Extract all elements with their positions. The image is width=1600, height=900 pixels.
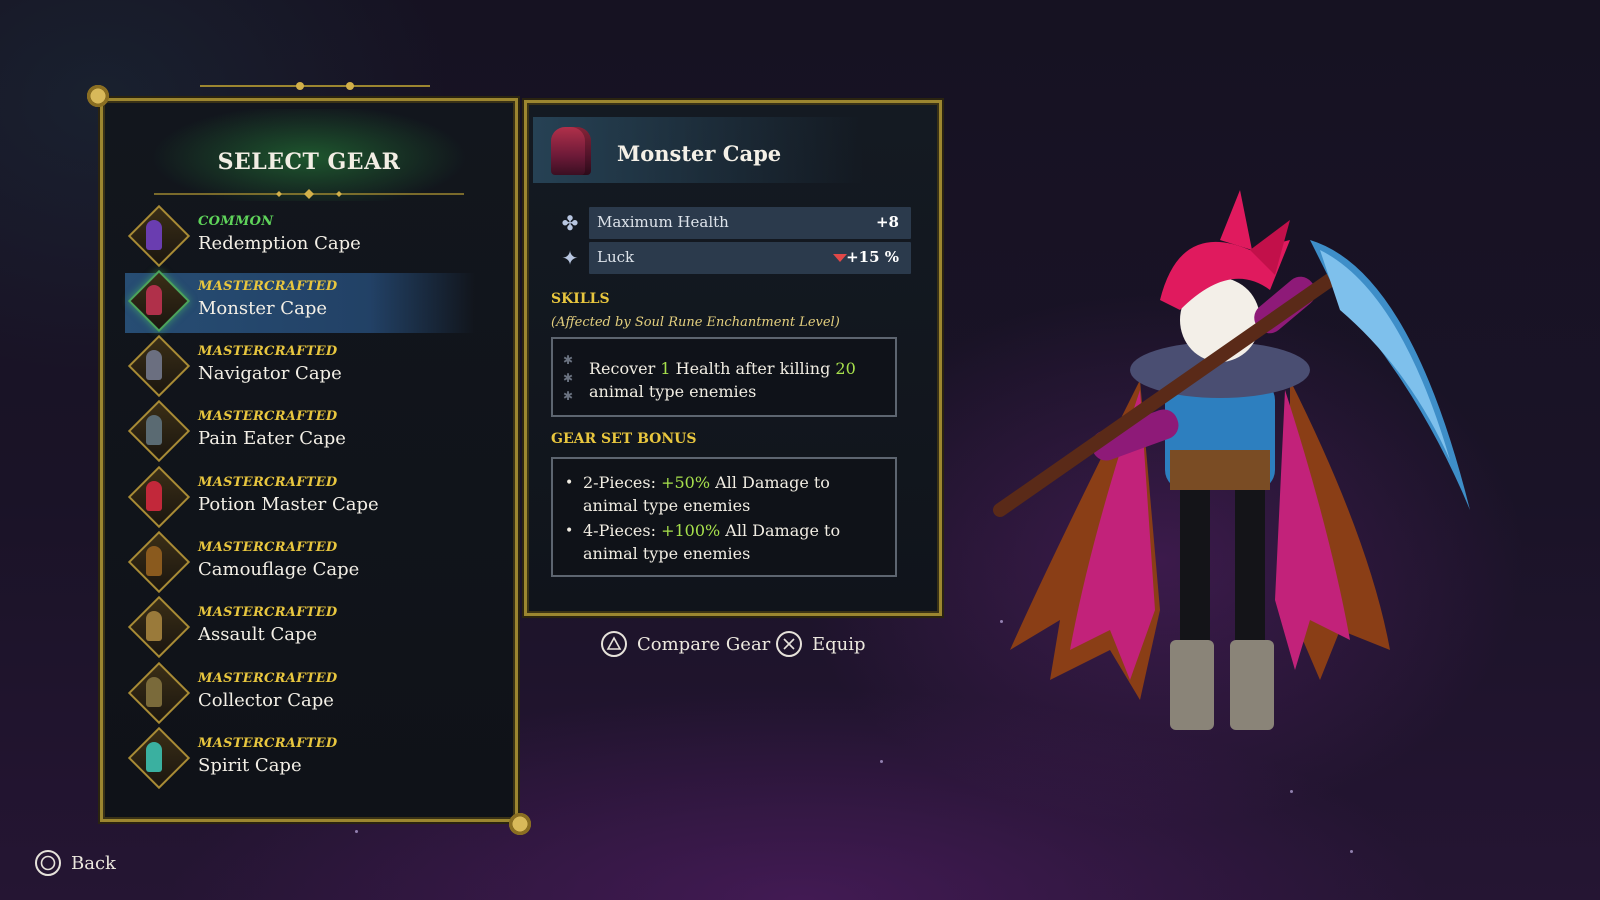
bonus-value: +50% bbox=[661, 473, 711, 492]
gear-item-pain-eater-cape[interactable]: MASTERCRAFTED Pain Eater Cape bbox=[127, 399, 463, 463]
gear-item-collector-cape[interactable]: MASTERCRAFTED Collector Cape bbox=[127, 661, 463, 725]
stat-value: +15 % bbox=[846, 248, 899, 266]
rune-dots-icon: ✱ ✱ ✱ bbox=[563, 353, 574, 403]
cape-icon bbox=[146, 611, 162, 641]
sparkle bbox=[880, 760, 883, 763]
gear-item-potion-master-cape[interactable]: MASTERCRAFTED Potion Master Cape bbox=[127, 465, 463, 529]
health-clover-icon: ✤ bbox=[561, 211, 579, 235]
sparkle bbox=[355, 830, 358, 833]
back-button[interactable]: Back bbox=[35, 850, 135, 880]
stat-label: Luck bbox=[597, 248, 635, 266]
character-illustration bbox=[993, 190, 1470, 730]
gear-item-redemption-cape[interactable]: COMMON Redemption Cape bbox=[127, 204, 463, 268]
compare-gear-label: Compare Gear bbox=[637, 634, 771, 655]
gear-name: Redemption Cape bbox=[198, 233, 361, 254]
bonus-prefix: 2-Pieces: bbox=[583, 473, 662, 492]
luck-sparkle-icon: ✦ bbox=[561, 246, 579, 270]
skill-amount: 1 bbox=[660, 359, 671, 378]
rarity-label: MASTERCRAFTED bbox=[198, 605, 338, 620]
skill-description: Recover 1 Health after killing 20 animal … bbox=[589, 357, 879, 403]
bonus-item: 4-Pieces: +100% All Damage to animal typ… bbox=[583, 519, 883, 565]
rarity-label: MASTERCRAFTED bbox=[198, 736, 338, 751]
compare-gear-button[interactable]: Compare Gear bbox=[601, 631, 770, 661]
sparkle bbox=[1290, 790, 1293, 793]
title-divider bbox=[154, 189, 464, 199]
detail-header: Monster Cape bbox=[533, 117, 863, 183]
gear-name: Camouflage Cape bbox=[198, 559, 360, 580]
cape-icon bbox=[146, 742, 162, 772]
panel-title: SELECT GEAR bbox=[217, 149, 401, 175]
bullet: • bbox=[565, 523, 574, 539]
gear-select-screen: SELECT GEAR COMMON Redemption Cape MASTE… bbox=[0, 0, 1600, 900]
gear-item-spirit-cape[interactable]: MASTERCRAFTED Spirit Cape bbox=[127, 726, 463, 790]
gear-name: Spirit Cape bbox=[198, 755, 302, 776]
gear-item-monster-cape[interactable]: MASTERCRAFTED Monster Cape bbox=[125, 269, 475, 333]
rarity-label: MASTERCRAFTED bbox=[198, 540, 338, 555]
panel-header: SELECT GEAR bbox=[109, 109, 509, 201]
gear-name: Monster Cape bbox=[198, 298, 327, 319]
stat-label: Maximum Health bbox=[597, 213, 729, 231]
cape-icon bbox=[146, 285, 162, 315]
down-arrow-icon bbox=[833, 254, 847, 262]
gear-name: Collector Cape bbox=[198, 690, 334, 711]
stat-value: +8 bbox=[875, 213, 899, 231]
skills-note: (Affected by Soul Rune Enchantment Level… bbox=[551, 315, 840, 330]
skill-count: 20 bbox=[835, 359, 856, 378]
rarity-label: MASTERCRAFTED bbox=[198, 671, 338, 686]
gear-name: Navigator Cape bbox=[198, 363, 342, 384]
rarity-label: MASTERCRAFTED bbox=[198, 475, 338, 490]
ornament-top bbox=[200, 82, 430, 90]
gear-name: Pain Eater Cape bbox=[198, 428, 346, 449]
gear-set-bonus-box: • 2-Pieces: +50% All Damage to animal ty… bbox=[551, 457, 897, 577]
bullet: • bbox=[565, 475, 574, 491]
skill-box: ✱ ✱ ✱ Recover 1 Health after killing 20 ani… bbox=[551, 337, 897, 417]
corner-ornament bbox=[85, 83, 111, 109]
rarity-label: MASTERCRAFTED bbox=[198, 344, 338, 359]
stat-row-maximum-health: ✤ Maximum Health +8 bbox=[559, 207, 911, 239]
back-label: Back bbox=[71, 853, 116, 874]
bonus-value: +100% bbox=[661, 521, 721, 540]
skill-text-part: Health after killing bbox=[670, 359, 836, 378]
skill-text-part: Recover bbox=[589, 359, 661, 378]
bonus-item: 2-Pieces: +50% All Damage to animal type… bbox=[583, 471, 883, 517]
skills-heading: SKILLS bbox=[551, 291, 610, 307]
gear-item-camouflage-cape[interactable]: MASTERCRAFTED Camouflage Cape bbox=[127, 530, 463, 594]
rarity-label: COMMON bbox=[198, 214, 274, 229]
gear-item-navigator-cape[interactable]: MASTERCRAFTED Navigator Cape bbox=[127, 334, 463, 398]
cross-button-icon bbox=[776, 631, 802, 657]
gear-name: Assault Cape bbox=[198, 624, 318, 645]
monster-cape-icon bbox=[551, 127, 591, 175]
detail-title: Monster Cape bbox=[617, 141, 782, 166]
gear-name: Potion Master Cape bbox=[198, 494, 379, 515]
gear-item-assault-cape[interactable]: MASTERCRAFTED Assault Cape bbox=[127, 595, 463, 659]
cape-icon bbox=[146, 677, 162, 707]
skill-text-part: animal type enemies bbox=[589, 382, 757, 401]
cape-icon bbox=[146, 415, 162, 445]
cape-icon bbox=[146, 546, 162, 576]
bonus-prefix: 4-Pieces: bbox=[583, 521, 662, 540]
cape-icon bbox=[146, 481, 162, 511]
stat-row-luck: ✦ Luck +15 % bbox=[559, 242, 911, 274]
rarity-label: MASTERCRAFTED bbox=[198, 409, 338, 424]
stat-bar: Maximum Health +8 bbox=[589, 207, 911, 239]
rarity-label: MASTERCRAFTED bbox=[198, 279, 338, 294]
corner-ornament bbox=[507, 811, 533, 837]
cape-icon bbox=[146, 220, 162, 250]
triangle-button-icon bbox=[601, 631, 627, 657]
gear-detail-panel: Monster Cape ✤ Maximum Health +8 ✦ Luck … bbox=[524, 100, 942, 616]
equip-label: Equip bbox=[812, 634, 866, 655]
sparkle bbox=[1350, 850, 1353, 853]
equip-button[interactable]: Equip bbox=[776, 631, 876, 661]
gear-list-panel: SELECT GEAR COMMON Redemption Cape MASTE… bbox=[85, 83, 533, 837]
cape-icon bbox=[146, 350, 162, 380]
stat-bar: Luck +15 % bbox=[589, 242, 911, 274]
gear-set-bonus-heading: GEAR SET BONUS bbox=[551, 431, 697, 447]
circle-button-icon bbox=[35, 850, 61, 876]
